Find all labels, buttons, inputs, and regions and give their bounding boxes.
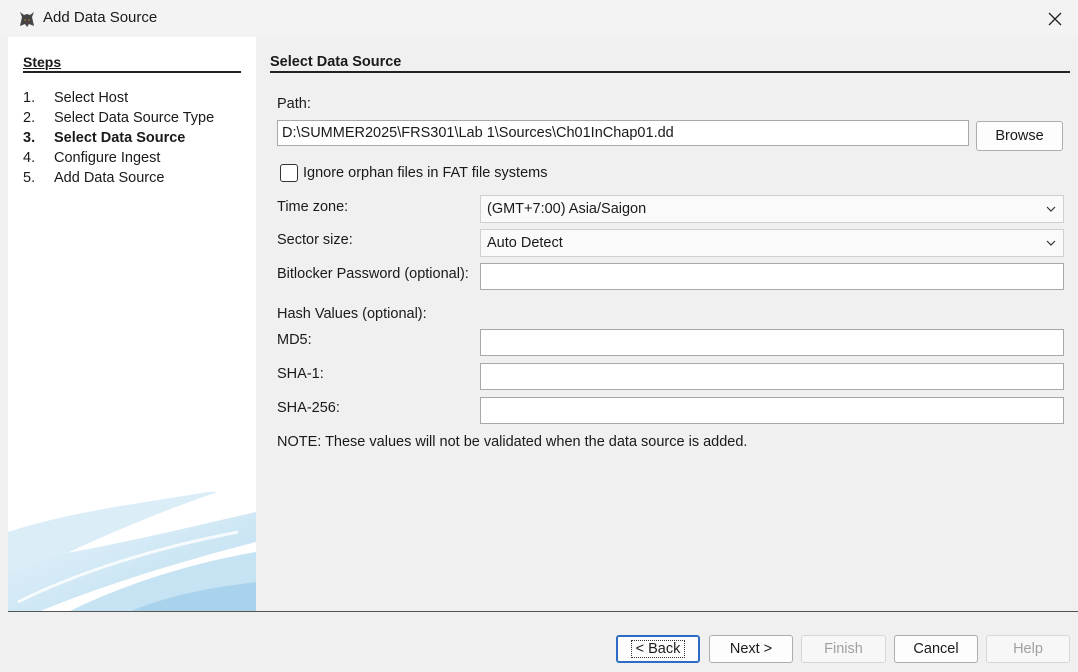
chevron-down-icon (1046, 206, 1056, 212)
browse-button[interactable]: Browse (976, 121, 1063, 151)
close-button[interactable] (1032, 0, 1078, 37)
window-title: Add Data Source (43, 9, 158, 26)
finish-button[interactable]: Finish (801, 635, 886, 663)
steps-pane: Steps 1. Select Host 2. Select Data Source… (8, 37, 256, 612)
step-item: 2. Select Data Source Type (23, 110, 215, 126)
sector-size-label: Sector size: (277, 232, 353, 248)
next-button[interactable]: Next > (709, 635, 793, 663)
validation-note: NOTE: These values will not be validated… (277, 434, 748, 450)
sector-size-value: Auto Detect (487, 235, 563, 251)
sha256-field[interactable] (480, 397, 1064, 424)
autopsy-dog-icon (20, 12, 34, 27)
ignore-orphan-checkbox[interactable] (280, 164, 298, 182)
sha1-label: SHA-1: (277, 366, 324, 382)
help-button[interactable]: Help (986, 635, 1070, 663)
bitlocker-label: Bitlocker Password (optional): (277, 266, 469, 282)
decorative-swoosh-graphic (8, 492, 256, 612)
sha1-field[interactable] (480, 363, 1064, 390)
path-label: Path: (277, 96, 311, 112)
title-bar: Add Data Source (0, 0, 1078, 37)
back-button[interactable]: < Back (616, 635, 700, 663)
section-divider (270, 71, 1070, 73)
cancel-button[interactable]: Cancel (894, 635, 978, 663)
footer-divider (8, 611, 1078, 612)
sector-size-select[interactable]: Auto Detect (480, 229, 1064, 257)
bitlocker-password-field[interactable] (480, 263, 1064, 290)
step-item: 1. Select Host (23, 90, 129, 106)
step-item: 4. Configure Ingest (23, 150, 161, 166)
step-item-active: 3. Select Data Source (23, 130, 186, 146)
md5-label: MD5: (277, 332, 312, 348)
steps-list: 1. Select Host 2. Select Data Source Type … (23, 88, 214, 188)
md5-field[interactable] (480, 329, 1064, 356)
step-item: 5. Add Data Source (23, 170, 165, 186)
close-icon (1048, 12, 1062, 25)
content-pane: Select Data Source Path: Browse Ignore o… (256, 37, 1078, 612)
timezone-select[interactable]: (GMT+7:00) Asia/Saigon (480, 195, 1064, 223)
steps-title: Steps (23, 54, 62, 70)
steps-divider (23, 71, 241, 73)
timezone-value: (GMT+7:00) Asia/Saigon (487, 201, 647, 217)
timezone-label: Time zone: (277, 199, 349, 215)
ignore-orphan-label: Ignore orphan files in FAT file systems (303, 165, 548, 181)
sha256-label: SHA-256: (277, 400, 340, 416)
section-title: Select Data Source (270, 54, 402, 70)
path-input[interactable] (277, 120, 969, 146)
chevron-down-icon (1046, 240, 1056, 246)
hash-values-label: Hash Values (optional): (277, 306, 427, 322)
